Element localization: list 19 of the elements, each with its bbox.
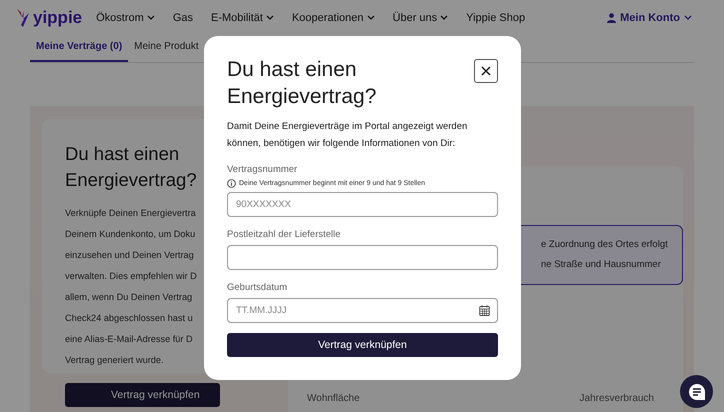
field-label: Jahresverbrauch [580, 393, 654, 404]
field-label: Wohnfläche [307, 393, 360, 404]
card-text: verwalten. Dies empfehlen wir D [65, 270, 197, 283]
notice-text: ne Straße und Hausnummer [541, 258, 662, 272]
dialog-intro: Damit Deine Energieverträge im Portal angezeigt werden können, benötigen wir folgende Informationen von Dir: [227, 120, 468, 151]
card-text: allem, wenn Du Deinen Vertrag [65, 291, 192, 304]
card-text: Deinem Kundenkonto, um Doku [65, 228, 196, 241]
field-label: Postleitzahl der Lieferstelle [227, 229, 342, 240]
dialog-title: Du hast einen Energievertrag? [227, 57, 378, 110]
card-text: einzusehen und Deinen Vertrag [65, 249, 194, 262]
card-text: Vertrag generiert wurde. [65, 354, 164, 367]
field-label: Geburtsdatum [227, 282, 288, 293]
field-label: Vertragsnummer [227, 164, 298, 175]
card-text: Check24 abgeschlossen hast u [65, 312, 193, 325]
card-text: eine Alias-E-Mail-Adresse für D [65, 333, 193, 346]
logo-text: yippie [33, 8, 82, 28]
notice-text: e Zuordnung des Ortes erfolgt [541, 238, 669, 252]
card-text: Verknüpfe Deinen Energievertra [65, 207, 196, 220]
card-title: Du hast einen Energievertrag? [65, 142, 198, 192]
